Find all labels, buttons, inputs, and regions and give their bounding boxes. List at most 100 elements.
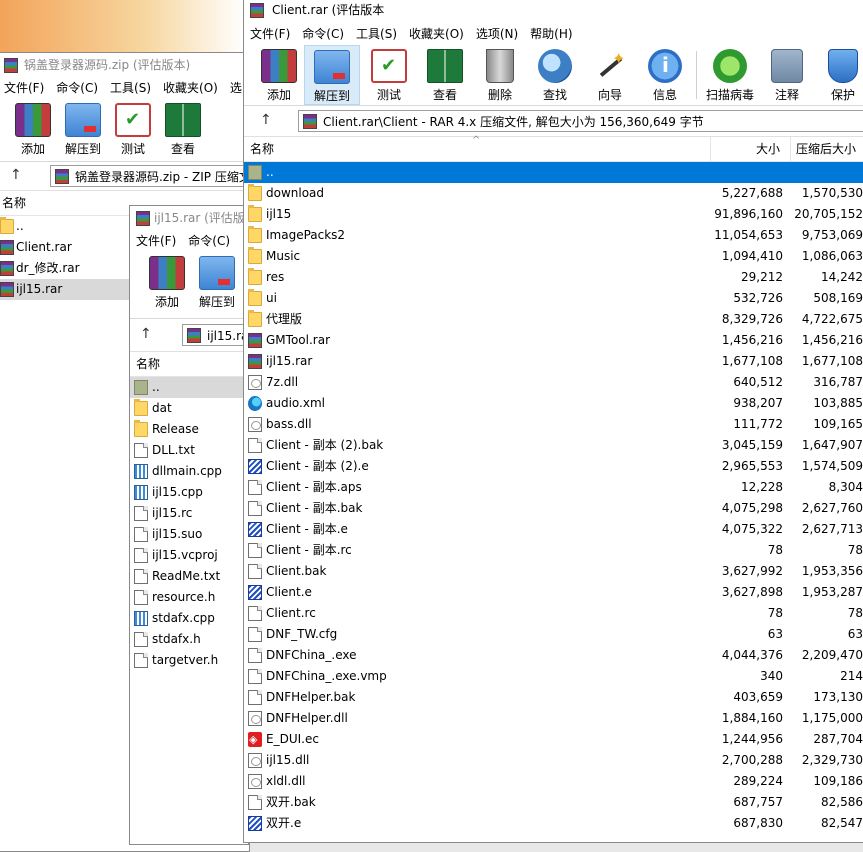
view-button[interactable]: 查看 bbox=[418, 45, 472, 105]
menu-favorites[interactable]: 收藏夹(O) bbox=[163, 77, 218, 99]
table-row[interactable]: res 29,212 14,242 bbox=[244, 267, 863, 288]
list-item[interactable]: ijl15.rc bbox=[130, 503, 248, 524]
table-row[interactable]: DNFHelper.bak 403,659 173,130 bbox=[244, 687, 863, 708]
table-row[interactable]: DNFChina_.exe.vmp 340 214 bbox=[244, 666, 863, 687]
document-icon bbox=[248, 648, 262, 663]
file-size: 289,224 bbox=[733, 774, 783, 788]
list-item[interactable]: ReadMe.txt bbox=[130, 566, 248, 587]
extract-to-button[interactable]: 解压到 bbox=[58, 99, 108, 159]
file-size: 1,677,108 bbox=[721, 354, 783, 368]
table-row[interactable]: ijl15.rar 1,677,108 1,677,108 bbox=[244, 351, 863, 372]
table-row[interactable]: bass.dll 111,772 109,165 bbox=[244, 414, 863, 435]
table-row[interactable]: DNF_TW.cfg 63 63 bbox=[244, 624, 863, 645]
table-row[interactable]: download 5,227,688 1,570,530 bbox=[244, 183, 863, 204]
file-packed-size: 78 bbox=[847, 543, 863, 557]
table-row[interactable]: Client - 副本.aps 12,228 8,304 bbox=[244, 477, 863, 498]
menu-command[interactable]: 命令(C) bbox=[302, 23, 344, 45]
menu-file[interactable]: 文件(F) bbox=[250, 23, 290, 45]
table-row[interactable]: audio.xml 938,207 103,885 bbox=[244, 393, 863, 414]
protect-button[interactable]: 保护 bbox=[815, 45, 863, 105]
table-row[interactable]: Client - 副本 (2).e 2,965,553 1,574,509 bbox=[244, 456, 863, 477]
table-row[interactable]: ImagePacks2 11,054,653 9,753,069 bbox=[244, 225, 863, 246]
menu-file[interactable]: 文件(F) bbox=[136, 230, 176, 252]
delete-button[interactable]: 删除 bbox=[472, 45, 528, 105]
table-row[interactable]: Client.bak 3,627,992 1,953,356 bbox=[244, 561, 863, 582]
table-row[interactable]: DNFHelper.dll 1,884,160 1,175,000 bbox=[244, 708, 863, 729]
add-button[interactable]: 添加 bbox=[142, 252, 192, 312]
extract-to-button[interactable]: 解压到 bbox=[304, 45, 360, 105]
list-item[interactable]: dllmain.cpp bbox=[130, 461, 248, 482]
table-row[interactable]: 代理版 8,329,726 4,722,675 bbox=[244, 309, 863, 330]
menu-favorites[interactable]: 收藏夹(O) bbox=[409, 23, 464, 45]
address-path[interactable]: Client.rar\Client - RAR 4.x 压缩文件, 解包大小为 … bbox=[298, 110, 863, 132]
table-row[interactable]: 双开.e 687,830 82,547 bbox=[244, 813, 863, 834]
test-button[interactable]: 测试 bbox=[108, 99, 158, 159]
view-book-icon bbox=[165, 103, 201, 137]
table-row[interactable]: Client - 副本 (2).bak 3,045,159 1,647,907 bbox=[244, 435, 863, 456]
title-bar[interactable]: ijl15.rar (评估版本 bbox=[130, 206, 248, 230]
menu-tools[interactable]: 工具(S) bbox=[110, 77, 151, 99]
list-item[interactable]: stdafx.cpp bbox=[130, 608, 248, 629]
column-name[interactable]: 名称 bbox=[2, 191, 26, 215]
table-row[interactable]: xldl.dll 289,224 109,186 bbox=[244, 771, 863, 792]
title-bar[interactable]: 锅盖登录器源码.zip (评估版本) bbox=[0, 53, 249, 77]
add-button[interactable]: 添加 bbox=[8, 99, 58, 159]
column-name[interactable]: 名称 bbox=[136, 352, 160, 376]
menu-file[interactable]: 文件(F) bbox=[4, 77, 44, 99]
menu-options[interactable]: 选项(N) bbox=[476, 23, 518, 45]
file-packed-size: 287,704 bbox=[813, 732, 863, 746]
info-button[interactable]: 信息 bbox=[638, 45, 692, 105]
list-item[interactable]: dat bbox=[130, 398, 248, 419]
menu-help[interactable]: 帮助(H) bbox=[530, 23, 572, 45]
table-row[interactable]: .. bbox=[244, 162, 863, 183]
column-size[interactable]: 大小 bbox=[756, 137, 780, 161]
table-row[interactable]: 双开.bak 687,757 82,586 bbox=[244, 792, 863, 813]
table-row[interactable]: Client - 副本.rc 78 78 bbox=[244, 540, 863, 561]
list-item[interactable]: .. bbox=[130, 377, 248, 398]
file-size: 4,075,322 bbox=[721, 522, 783, 536]
table-row[interactable]: E_DUI.ec 1,244,956 287,704 bbox=[244, 729, 863, 750]
list-item[interactable]: stdafx.h bbox=[130, 629, 248, 650]
title-bar[interactable]: Client.rar (评估版本 bbox=[244, 0, 863, 23]
table-row[interactable]: Client.rc 78 78 bbox=[244, 603, 863, 624]
extract-to-button[interactable]: 解压到 bbox=[192, 252, 242, 312]
up-arrow-icon[interactable]: ↑ bbox=[260, 112, 272, 128]
cpp-file-icon bbox=[134, 485, 148, 500]
menu-command[interactable]: 命令(C) bbox=[188, 230, 230, 252]
view-button[interactable]: 查看 bbox=[158, 99, 208, 159]
list-item[interactable]: ijl15.vcproj bbox=[130, 545, 248, 566]
list-item[interactable]: DLL.txt bbox=[130, 440, 248, 461]
table-row[interactable]: DNFChina_.exe 4,044,376 2,209,470 bbox=[244, 645, 863, 666]
list-item[interactable]: resource.h bbox=[130, 587, 248, 608]
file-packed-size: 1,953,287 bbox=[801, 585, 863, 599]
table-row[interactable]: Music 1,094,410 1,086,063 bbox=[244, 246, 863, 267]
virus-scan-button[interactable]: 扫描病毒 bbox=[701, 45, 759, 105]
list-item[interactable]: targetver.h bbox=[130, 650, 248, 671]
table-row[interactable]: ijl15.dll 2,700,288 2,329,730 bbox=[244, 750, 863, 771]
menu-command[interactable]: 命令(C) bbox=[56, 77, 98, 99]
table-row[interactable]: Client - 副本.e 4,075,322 2,627,713 bbox=[244, 519, 863, 540]
address-path[interactable]: ijl15.ra bbox=[182, 324, 248, 346]
table-row[interactable]: 7z.dll 640,512 316,787 bbox=[244, 372, 863, 393]
comment-button[interactable]: 注释 bbox=[759, 45, 815, 105]
table-row[interactable]: ijl15 91,896,160 20,705,152 bbox=[244, 204, 863, 225]
column-packed-size[interactable]: 压缩后大小 bbox=[796, 137, 856, 161]
column-name[interactable]: 名称 bbox=[250, 137, 274, 161]
up-arrow-icon[interactable]: ↑ bbox=[140, 326, 152, 342]
list-item[interactable]: Release bbox=[130, 419, 248, 440]
table-row[interactable]: Client - 副本.bak 4,075,298 2,627,760 bbox=[244, 498, 863, 519]
file-packed-size: 1,647,907 bbox=[801, 438, 863, 452]
list-item[interactable]: ijl15.suo bbox=[130, 524, 248, 545]
add-button[interactable]: 添加 bbox=[254, 45, 304, 105]
table-row[interactable]: Client.e 3,627,898 1,953,287 bbox=[244, 582, 863, 603]
test-button[interactable]: 测试 bbox=[360, 45, 418, 105]
wizard-button[interactable]: 向导 bbox=[582, 45, 638, 105]
menu-tools[interactable]: 工具(S) bbox=[356, 23, 397, 45]
address-path[interactable]: 锅盖登录器源码.zip - ZIP 压缩文 bbox=[50, 165, 249, 187]
menu-options[interactable]: 选 bbox=[230, 77, 242, 99]
list-item[interactable]: ijl15.cpp bbox=[130, 482, 248, 503]
table-row[interactable]: ui 532,726 508,169 bbox=[244, 288, 863, 309]
find-button[interactable]: 查找 bbox=[528, 45, 582, 105]
up-arrow-icon[interactable]: ↑ bbox=[10, 167, 22, 183]
table-row[interactable]: GMTool.rar 1,456,216 1,456,216 bbox=[244, 330, 863, 351]
